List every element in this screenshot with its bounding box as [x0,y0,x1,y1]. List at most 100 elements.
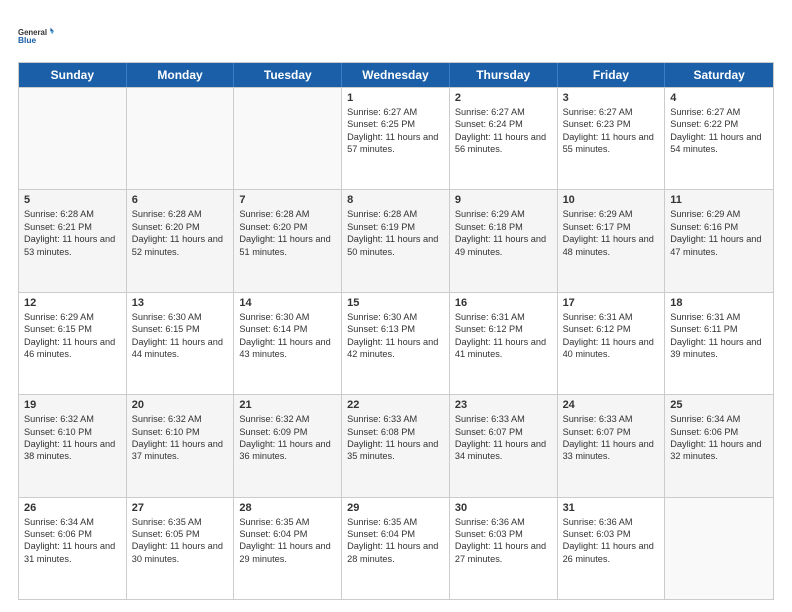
day-number: 19 [24,399,121,411]
daylight-text: Daylight: 11 hours and 27 minutes. [455,540,552,565]
daylight-text: Daylight: 11 hours and 38 minutes. [24,438,121,463]
daylight-text: Daylight: 11 hours and 37 minutes. [132,438,229,463]
day-number: 31 [563,502,660,514]
sunset-text: Sunset: 6:21 PM [24,221,121,233]
sunset-text: Sunset: 6:03 PM [455,528,552,540]
header-cell-sunday: Sunday [19,63,127,87]
calendar-cell-day-10: 10Sunrise: 6:29 AMSunset: 6:17 PMDayligh… [558,190,666,291]
calendar-cell-day-30: 30 Sunrise: 6:36 AMSunset: 6:03 PMDayligh… [450,498,558,599]
sunrise-text: Sunrise: 6:35 AM [347,516,444,528]
sunrise-text: Sunrise: 6:28 AM [24,208,121,220]
day-number: 8 [347,194,444,206]
sunset-text: Sunset: 6:22 PM [670,118,768,130]
sunrise-text: Sunrise: 6:34 AM [670,413,768,425]
calendar-cell-empty [127,88,235,189]
day-number: 7 [239,194,336,206]
day-number: 28 [239,502,336,514]
sunset-text: Sunset: 6:06 PM [670,426,768,438]
day-number: 14 [239,297,336,309]
calendar-cell-day-3: 3Sunrise: 6:27 AMSunset: 6:23 PMDaylight… [558,88,666,189]
sunset-text: Sunset: 6:15 PM [24,323,121,335]
calendar-cell-day-20: 20Sunrise: 6:32 AMSunset: 6:10 PMDayligh… [127,395,235,496]
daylight-text: Daylight: 11 hours and 56 minutes. [455,131,552,156]
sunrise-text: Sunrise: 6:27 AM [670,106,768,118]
sunrise-text: Sunrise: 6:29 AM [670,208,768,220]
calendar-cell-day-29: 29Sunrise: 6:35 AMSunset: 6:04 PMDayligh… [342,498,450,599]
daylight-text: Daylight: 11 hours and 57 minutes. [347,131,444,156]
day-number: 5 [24,194,121,206]
daylight-text: Daylight: 11 hours and 51 minutes. [239,233,336,258]
calendar-cell-day-2: 2Sunrise: 6:27 AMSunset: 6:24 PMDaylight… [450,88,558,189]
calendar-cell-day-27: 27Sunrise: 6:35 AMSunset: 6:05 PMDayligh… [127,498,235,599]
sunrise-text: Sunrise: 6:32 AM [239,413,336,425]
day-number: 25 [670,399,768,411]
calendar-cell-day-7: 7Sunrise: 6:28 AMSunset: 6:20 PMDaylight… [234,190,342,291]
sunrise-text: Sunrise: 6:29 AM [24,311,121,323]
sunrise-text: Sunrise: 6:30 AM [132,311,229,323]
day-number: 3 [563,92,660,104]
daylight-text: Daylight: 11 hours and 49 minutes. [455,233,552,258]
day-number: 10 [563,194,660,206]
sunrise-text: Sunrise: 6:30 AM [239,311,336,323]
day-number: 30 [455,502,552,514]
calendar-cell-day-1: 1Sunrise: 6:27 AMSunset: 6:25 PMDaylight… [342,88,450,189]
daylight-text: Daylight: 11 hours and 40 minutes. [563,336,660,361]
calendar-cell-day-24: 24Sunrise: 6:33 AMSunset: 6:07 PMDayligh… [558,395,666,496]
calendar-cell-day-11: 11Sunrise: 6:29 AMSunset: 6:16 PMDayligh… [665,190,773,291]
header-cell-friday: Friday [558,63,666,87]
day-number: 6 [132,194,229,206]
daylight-text: Daylight: 11 hours and 39 minutes. [670,336,768,361]
calendar-row-2: 5Sunrise: 6:28 AMSunset: 6:21 PMDaylight… [19,189,773,291]
logo-svg: General Blue [18,18,54,54]
day-number: 2 [455,92,552,104]
sunset-text: Sunset: 6:13 PM [347,323,444,335]
daylight-text: Daylight: 11 hours and 36 minutes. [239,438,336,463]
sunrise-text: Sunrise: 6:35 AM [239,516,336,528]
day-number: 29 [347,502,444,514]
header-cell-saturday: Saturday [665,63,773,87]
day-number: 20 [132,399,229,411]
sunrise-text: Sunrise: 6:28 AM [132,208,229,220]
header-cell-tuesday: Tuesday [234,63,342,87]
sunset-text: Sunset: 6:06 PM [24,528,121,540]
sunset-text: Sunset: 6:19 PM [347,221,444,233]
sunrise-text: Sunrise: 6:32 AM [24,413,121,425]
sunset-text: Sunset: 6:07 PM [563,426,660,438]
header-cell-monday: Monday [127,63,235,87]
daylight-text: Daylight: 11 hours and 29 minutes. [239,540,336,565]
sunrise-text: Sunrise: 6:35 AM [132,516,229,528]
daylight-text: Daylight: 11 hours and 55 minutes. [563,131,660,156]
day-number: 4 [670,92,768,104]
day-number: 18 [670,297,768,309]
day-number: 17 [563,297,660,309]
daylight-text: Daylight: 11 hours and 31 minutes. [24,540,121,565]
sunrise-text: Sunrise: 6:33 AM [455,413,552,425]
sunrise-text: Sunrise: 6:36 AM [455,516,552,528]
calendar-cell-day-13: 13 Sunrise: 6:30 AMSunset: 6:15 PMDayligh… [127,293,235,394]
sunset-text: Sunset: 6:08 PM [347,426,444,438]
logo: General Blue [18,18,54,54]
daylight-text: Daylight: 11 hours and 48 minutes. [563,233,660,258]
sunset-text: Sunset: 6:20 PM [239,221,336,233]
day-number: 16 [455,297,552,309]
daylight-text: Daylight: 11 hours and 35 minutes. [347,438,444,463]
sunset-text: Sunset: 6:20 PM [132,221,229,233]
sunrise-text: Sunrise: 6:29 AM [455,208,552,220]
calendar-cell-day-31: 31Sunrise: 6:36 AMSunset: 6:03 PMDayligh… [558,498,666,599]
daylight-text: Daylight: 11 hours and 34 minutes. [455,438,552,463]
sunset-text: Sunset: 6:15 PM [132,323,229,335]
calendar-cell-day-6: 6Sunrise: 6:28 AMSunset: 6:20 PMDaylight… [127,190,235,291]
day-number: 13 [132,297,229,309]
calendar: SundayMondayTuesdayWednesdayThursdayFrid… [18,62,774,600]
sunrise-text: Sunrise: 6:28 AM [347,208,444,220]
calendar-cell-day-25: 25Sunrise: 6:34 AMSunset: 6:06 PMDayligh… [665,395,773,496]
daylight-text: Daylight: 11 hours and 44 minutes. [132,336,229,361]
sunset-text: Sunset: 6:10 PM [24,426,121,438]
calendar-cell-day-4: 4Sunrise: 6:27 AMSunset: 6:22 PMDaylight… [665,88,773,189]
daylight-text: Daylight: 11 hours and 42 minutes. [347,336,444,361]
sunset-text: Sunset: 6:11 PM [670,323,768,335]
sunset-text: Sunset: 6:12 PM [563,323,660,335]
calendar-cell-day-8: 8Sunrise: 6:28 AMSunset: 6:19 PMDaylight… [342,190,450,291]
day-number: 23 [455,399,552,411]
sunrise-text: Sunrise: 6:33 AM [347,413,444,425]
